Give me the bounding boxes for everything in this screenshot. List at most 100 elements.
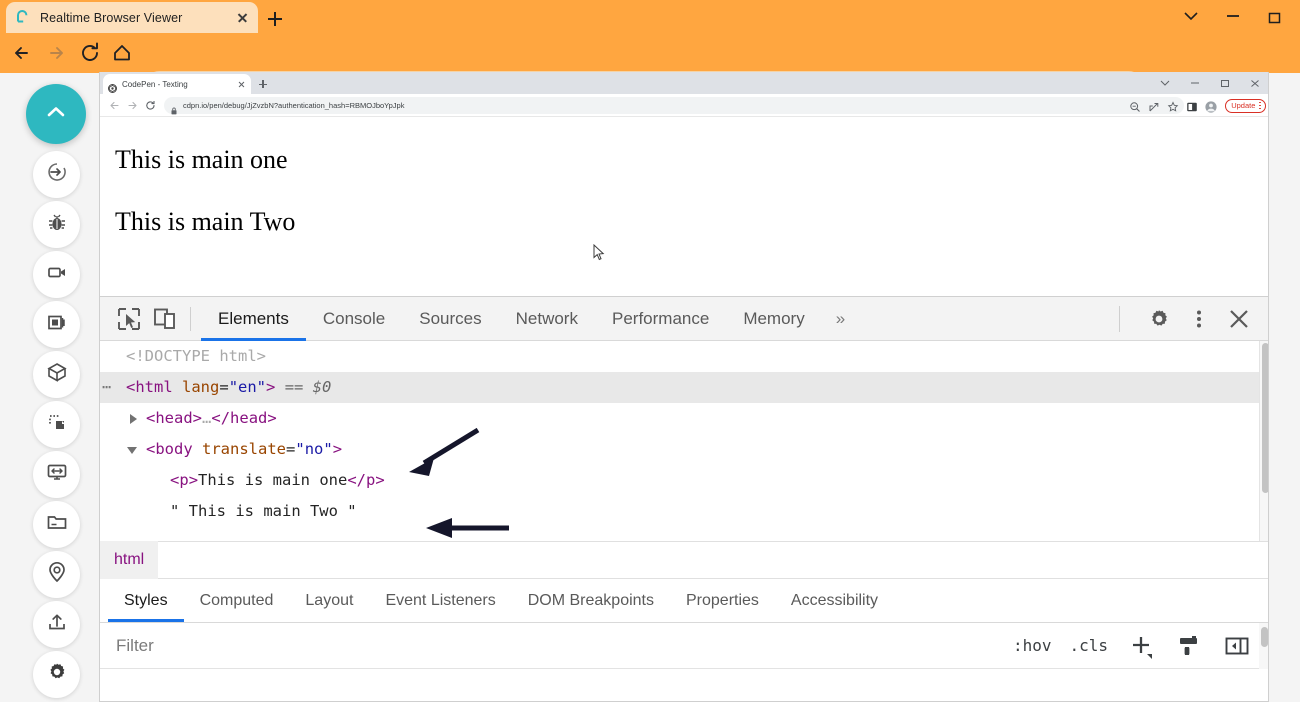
dom-line-body[interactable]: <body translate="no"> (100, 434, 1269, 465)
scrollbar-thumb[interactable] (1261, 627, 1268, 647)
tab-label: Layout (305, 592, 353, 610)
tab-elements[interactable]: Elements (201, 297, 306, 341)
chevron-down-icon[interactable] (1150, 72, 1180, 94)
devtools-panel: Elements Console Sources Network Perform… (100, 296, 1269, 702)
inner-window-controls (1150, 72, 1269, 94)
paint-roller-icon[interactable] (1174, 631, 1204, 661)
reload-icon[interactable] (144, 99, 157, 112)
cube-icon (45, 360, 69, 389)
dom-tree[interactable]: <!DOCTYPE html> ⋯ <html lang="en"> == $0… (100, 341, 1269, 541)
minimize-icon[interactable] (1180, 72, 1210, 94)
share-icon[interactable] (1148, 100, 1160, 112)
gear-icon[interactable] (1142, 302, 1176, 336)
rendered-page-viewport[interactable]: This is main one This is main Two (100, 117, 1269, 296)
tab-layout[interactable]: Layout (289, 579, 369, 622)
maximize-icon[interactable] (1210, 72, 1240, 94)
attr-value[interactable]: "no" (295, 440, 332, 458)
sidebar-item-upload[interactable] (33, 601, 80, 648)
more-tabs-chevron-icon[interactable]: » (822, 297, 859, 341)
inner-address-bar[interactable]: cdpn.io/pen/debug/JjZvzbN?authentication… (164, 97, 1184, 114)
expand-dots-icon[interactable]: ⋯ (102, 372, 112, 403)
forward-arrow-icon[interactable] (126, 99, 139, 112)
dom-tree-scrollbar[interactable] (1259, 341, 1269, 541)
inner-url-text: cdpn.io/pen/debug/JjZvzbN?authentication… (183, 101, 404, 110)
chevron-down-icon[interactable] (127, 447, 137, 454)
tab-dom-breakpoints[interactable]: DOM Breakpoints (512, 579, 670, 622)
attr-value[interactable]: "en" (229, 378, 266, 396)
tag-name: body (155, 440, 192, 458)
inspect-element-icon[interactable] (114, 304, 144, 334)
close-icon[interactable] (234, 10, 250, 26)
tab-event-listeners[interactable]: Event Listeners (369, 579, 511, 622)
viewer-sidebar-rail (0, 73, 100, 702)
sidebar-item-three-d-view[interactable] (33, 351, 80, 398)
tab-console[interactable]: Console (306, 297, 402, 341)
inner-tab-title: CodePen - Texting (122, 80, 237, 89)
update-button[interactable]: Update (1225, 99, 1266, 113)
new-tab-plus-icon[interactable] (256, 77, 270, 91)
maximize-icon[interactable] (1254, 0, 1296, 33)
dom-line-html[interactable]: ⋯ <html lang="en"> == $0 (100, 372, 1269, 403)
back-arrow-icon[interactable] (108, 99, 121, 112)
sidebar-item-settings[interactable] (33, 651, 80, 698)
tab-styles[interactable]: Styles (108, 579, 184, 622)
back-arrow-icon[interactable] (8, 39, 36, 67)
reload-icon[interactable] (76, 39, 104, 67)
plus-icon[interactable] (1126, 631, 1156, 661)
class-editor-toggle[interactable]: .cls (1069, 636, 1108, 655)
styles-pane-tab-list: Styles Computed Layout Event Listeners D… (100, 579, 1269, 623)
profile-avatar-icon[interactable] (1205, 100, 1217, 112)
toggle-sidebar-icon[interactable] (1222, 631, 1252, 661)
bookmark-star-icon[interactable] (1167, 100, 1179, 112)
side-panel-icon[interactable] (1186, 100, 1198, 112)
tab-sources[interactable]: Sources (402, 297, 498, 341)
sidebar-item-files[interactable] (33, 501, 80, 548)
tab-memory[interactable]: Memory (726, 297, 821, 341)
search-input[interactable] (100, 624, 930, 668)
new-tab-plus-icon[interactable] (262, 6, 288, 32)
sidebar-item-geolocation[interactable] (33, 551, 80, 598)
tab-properties[interactable]: Properties (670, 579, 775, 622)
chevron-down-icon[interactable] (1170, 0, 1212, 33)
dom-line-head[interactable]: <head>…</head> (100, 403, 1269, 434)
more-vertical-icon[interactable] (1259, 102, 1261, 109)
close-icon[interactable] (1240, 72, 1269, 94)
attr-name[interactable]: translate (202, 440, 286, 458)
dom-line-doctype[interactable]: <!DOCTYPE html> (100, 341, 1269, 372)
dom-line-text-node[interactable]: " This is main Two " (100, 496, 1269, 527)
chevron-right-icon[interactable] (130, 414, 137, 424)
attr-name[interactable]: lang (182, 378, 219, 396)
sidebar-item-resolution-settings[interactable] (33, 451, 80, 498)
device-toolbar-icon[interactable] (150, 304, 180, 334)
stacked-images-icon (45, 310, 69, 339)
close-icon[interactable] (1222, 302, 1256, 336)
zoom-search-icon[interactable] (1129, 100, 1141, 112)
inner-browser-window: CodePen - Texting (99, 72, 1269, 702)
inner-browser-tab-codepen[interactable]: CodePen - Texting (103, 74, 251, 94)
sidebar-item-switch-session[interactable] (33, 151, 80, 198)
tab-accessibility[interactable]: Accessibility (775, 579, 894, 622)
tab-network[interactable]: Network (499, 297, 595, 341)
browser-tab-realtime-viewer[interactable]: Realtime Browser Viewer (6, 2, 258, 33)
outer-address-row: app.lambdatest.com/viewer/TES10160621216… (0, 33, 1300, 73)
hover-state-toggle[interactable]: :hov (1013, 636, 1052, 655)
scrollbar-thumb[interactable] (1262, 343, 1269, 493)
sidebar-item-report-bug[interactable] (33, 201, 80, 248)
breadcrumb-item-html[interactable]: html (100, 541, 158, 579)
sidebar-item-mark-as-issue[interactable] (33, 401, 80, 448)
sidebar-item-screenshot-gallery[interactable] (33, 301, 80, 348)
more-vertical-icon[interactable] (1182, 302, 1216, 336)
devtools-toolbar-right (1119, 302, 1269, 336)
sidebar-item-record-video[interactable] (33, 251, 80, 298)
tab-computed[interactable]: Computed (184, 579, 290, 622)
home-icon[interactable] (108, 39, 136, 67)
forward-arrow-icon[interactable] (42, 39, 70, 67)
sidebar-item-collapse-toggle[interactable] (26, 84, 86, 144)
close-icon[interactable] (237, 80, 246, 89)
styles-filter-actions: :hov .cls (1013, 631, 1269, 661)
tab-performance[interactable]: Performance (595, 297, 726, 341)
minimize-icon[interactable] (1212, 0, 1254, 33)
styles-scrollbar[interactable] (1259, 623, 1269, 669)
dom-line-paragraph[interactable]: <p>This is main one</p> (100, 465, 1269, 496)
inner-tabstrip: CodePen - Texting (100, 72, 1269, 94)
